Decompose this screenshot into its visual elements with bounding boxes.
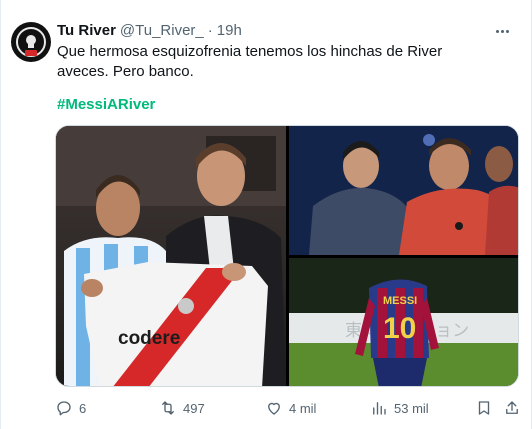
avatar-badge — [25, 50, 37, 56]
more-horizontal-icon[interactable] — [493, 24, 511, 38]
media-photo-3[interactable]: 東 ボレーション MESSI 10 — [289, 258, 518, 386]
tweet-header: Tu River @Tu_River_ · 19h — [57, 21, 242, 41]
hashtag-link[interactable]: #MessiARiver — [57, 95, 155, 115]
views-count: 53 mil — [394, 400, 429, 416]
display-name[interactable]: Tu River — [57, 21, 116, 41]
tweet-time[interactable]: 19h — [217, 21, 242, 41]
tweet-card[interactable]: Tu River @Tu_River_ · 19h Que hermosa es… — [0, 0, 532, 429]
repost-button[interactable]: 497 — [159, 399, 205, 417]
tweet-actions: 6 497 4 mil 53 mil — [55, 397, 523, 419]
bookmark-button[interactable] — [475, 399, 493, 417]
reply-icon — [57, 401, 71, 416]
views-button[interactable]: 53 mil — [370, 399, 429, 417]
repost-icon — [162, 401, 174, 415]
header-separator: · — [207, 22, 213, 39]
tweet-text: Que hermosa esquizofrenia tenemos los hi… — [57, 43, 443, 80]
jersey-number: 10 — [383, 312, 416, 345]
user-handle[interactable]: @Tu_River_ — [120, 21, 204, 41]
shirt-sponsor-text: codere — [118, 328, 180, 349]
views-icon — [373, 402, 386, 415]
heart-icon — [268, 402, 280, 415]
profile-avatar[interactable] — [11, 22, 51, 62]
like-count: 4 mil — [289, 400, 317, 416]
repost-count: 497 — [183, 400, 205, 416]
share-icon — [506, 401, 518, 414]
reply-count: 6 — [79, 400, 87, 416]
jersey-name: MESSI — [383, 295, 417, 307]
media-photo-1[interactable]: codere — [56, 126, 286, 386]
bookmark-icon — [478, 401, 490, 415]
reply-button[interactable]: 6 — [55, 399, 86, 417]
tweet-media-grid: codere 東 MESSI 10 — [55, 125, 519, 387]
media-photo-2[interactable] — [289, 126, 518, 255]
like-button[interactable]: 4 mil — [265, 399, 316, 417]
share-button[interactable] — [503, 399, 521, 417]
